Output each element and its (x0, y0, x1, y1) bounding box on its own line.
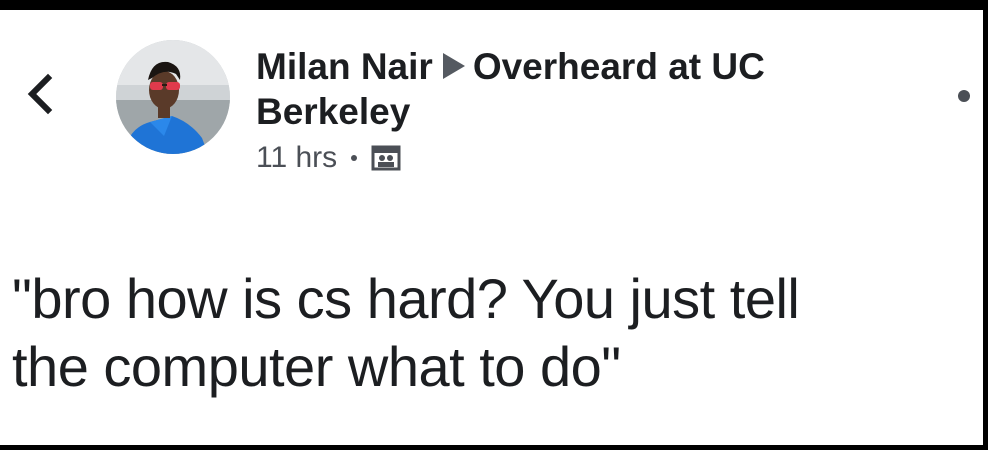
post-meta: 11 hrs (256, 138, 896, 178)
post-body-line-1: "bro how is cs hard? You just tell (12, 267, 800, 330)
more-options-button[interactable] (958, 86, 983, 106)
post-screen: Milan Nair Overheard at UC Berkeley 11 hr… (0, 10, 983, 445)
timestamp[interactable]: 11 hrs (256, 138, 337, 178)
triangle-right-icon (442, 53, 465, 79)
avatar[interactable] (116, 40, 230, 154)
group-name-continued[interactable]: Berkeley (256, 91, 410, 132)
profile-photo (116, 40, 230, 154)
group-audience-icon-svg (371, 145, 401, 171)
group-audience-icon[interactable] (371, 143, 401, 173)
group-name-line2[interactable]: Berkeley (256, 89, 896, 134)
more-options-icon (958, 90, 970, 102)
post-body: "bro how is cs hard? You just tell the c… (12, 265, 977, 401)
author-line: Milan Nair Overheard at UC (256, 44, 896, 89)
post-body-line-2: the computer what to do" (12, 335, 621, 398)
separator-dot (351, 155, 358, 161)
group-name[interactable]: Overheard at UC (473, 46, 765, 87)
author-name[interactable]: Milan Nair (256, 46, 433, 87)
chevron-left-icon (27, 73, 53, 115)
back-button[interactable] (22, 72, 58, 116)
post-header: Milan Nair Overheard at UC Berkeley 11 hr… (256, 44, 896, 178)
